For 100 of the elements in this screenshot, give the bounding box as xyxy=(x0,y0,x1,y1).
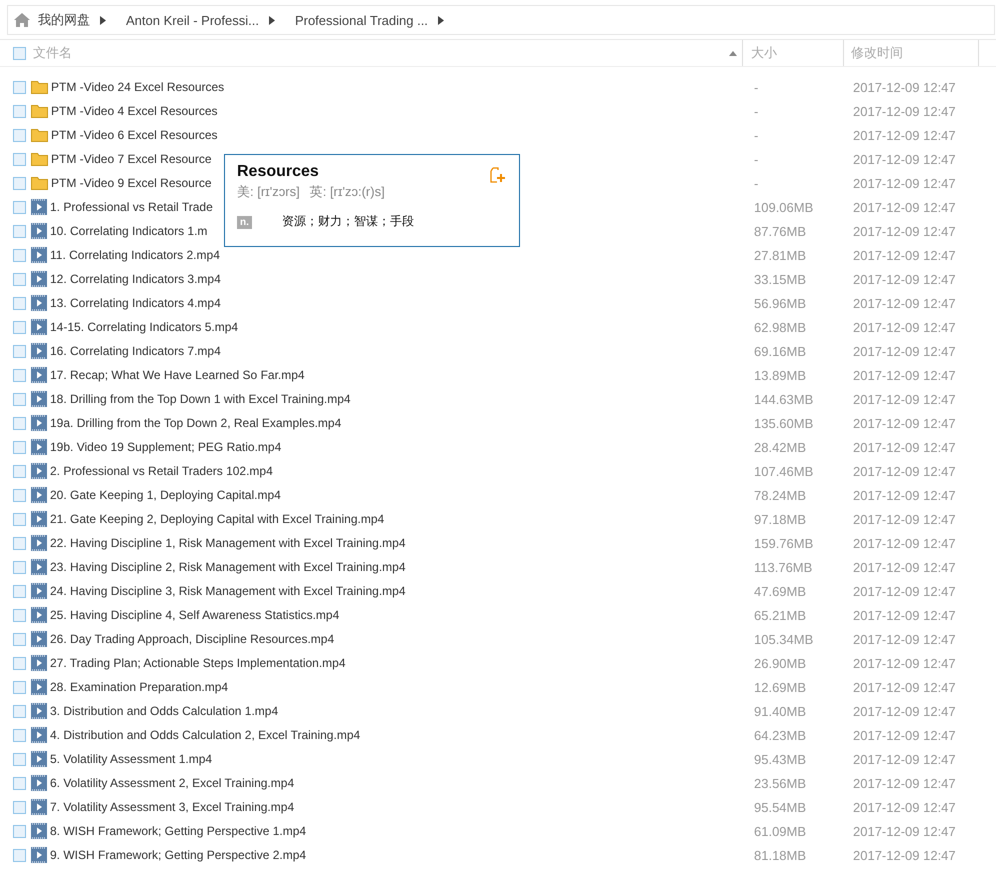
breadcrumb-link[interactable]: Anton Kreil - Professi... xyxy=(122,12,263,28)
file-name[interactable]: 16. Correlating Indicators 7.mp4 xyxy=(50,344,221,358)
add-note-icon[interactable] xyxy=(489,167,505,183)
row-checkbox[interactable] xyxy=(13,368,26,382)
row-checkbox[interactable] xyxy=(13,776,26,790)
row-checkbox[interactable] xyxy=(13,416,26,430)
row-checkbox[interactable] xyxy=(13,488,26,502)
row-checkbox[interactable] xyxy=(13,392,26,406)
row-checkbox[interactable] xyxy=(13,752,26,766)
row-checkbox[interactable] xyxy=(13,704,26,718)
file-name[interactable]: 1. Professional vs Retail Trade xyxy=(50,200,213,214)
file-name[interactable]: 25. Having Discipline 4, Self Awareness Statistics.mp4 xyxy=(50,608,340,622)
file-size: - xyxy=(754,104,758,118)
row-checkbox[interactable] xyxy=(13,608,26,622)
file-size: - xyxy=(754,128,758,142)
file-name[interactable]: PTM -Video 7 Excel Resource xyxy=(51,152,212,166)
row-checkbox[interactable] xyxy=(13,296,26,310)
file-name[interactable]: 12. Correlating Indicators 3.mp4 xyxy=(50,272,221,286)
file-size: 62.98MB xyxy=(754,320,806,334)
caret-icon[interactable] xyxy=(438,16,444,24)
modified-date: 2017-12-09 12:47 xyxy=(853,800,956,814)
video-icon xyxy=(31,583,47,599)
file-name[interactable]: 9. WISH Framework; Getting Perspective 2.mp4 xyxy=(50,848,306,862)
file-name[interactable]: 21. Gate Keeping 2, Deploying Capital with Excel Training.mp4 xyxy=(50,512,384,526)
row-checkbox[interactable] xyxy=(13,824,26,838)
file-size: 26.90MB xyxy=(754,656,806,670)
file-size: - xyxy=(754,152,758,166)
row-checkbox[interactable] xyxy=(13,848,26,862)
file-name[interactable]: 26. Day Trading Approach, Discipline Resources.mp4 xyxy=(50,632,334,646)
row-checkbox[interactable] xyxy=(13,248,26,262)
row-checkbox[interactable] xyxy=(13,80,26,94)
file-name[interactable]: PTM -Video 6 Excel Resources xyxy=(51,128,218,142)
file-name[interactable]: 19a. Drilling from the Top Down 2, Real Examples.mp4 xyxy=(50,416,342,430)
file-name[interactable]: 20. Gate Keeping 1, Deploying Capital.mp4 xyxy=(50,488,281,502)
row-checkbox[interactable] xyxy=(13,536,26,550)
modified-date: 2017-12-09 12:47 xyxy=(853,320,956,334)
row-checkbox[interactable] xyxy=(13,560,26,574)
file-name[interactable]: PTM -Video 4 Excel Resources xyxy=(51,104,218,118)
file-name[interactable]: PTM -Video 9 Excel Resource xyxy=(51,176,212,190)
file-size: 87.76MB xyxy=(754,224,806,238)
row-checkbox[interactable] xyxy=(13,680,26,694)
row-checkbox[interactable] xyxy=(13,128,26,142)
video-icon xyxy=(31,535,47,551)
file-name[interactable]: 11. Correlating Indicators 2.mp4 xyxy=(50,248,220,262)
caret-icon[interactable] xyxy=(268,16,275,24)
file-name[interactable]: 23. Having Discipline 2, Risk Management with Excel Training.mp4 xyxy=(50,560,406,574)
row-checkbox[interactable] xyxy=(13,344,26,358)
row-checkbox[interactable] xyxy=(13,176,26,190)
file-name[interactable]: 19b. Video 19 Supplement; PEG Ratio.mp4 xyxy=(50,440,282,454)
caret-icon[interactable] xyxy=(100,16,106,24)
row-checkbox[interactable] xyxy=(13,464,26,478)
file-size: - xyxy=(754,176,758,190)
file-name[interactable]: 22. Having Discipline 1, Risk Management with Excel Training.mp4 xyxy=(50,536,406,550)
breadcrumb-link[interactable]: Professional Trading ... xyxy=(290,12,432,28)
file-name[interactable]: 13. Correlating Indicators 4.mp4 xyxy=(50,296,221,310)
video-icon xyxy=(31,631,47,647)
row-checkbox[interactable] xyxy=(13,152,26,166)
file-name[interactable]: 7. Volatility Assessment 3, Excel Training.mp4 xyxy=(50,800,294,814)
row-checkbox[interactable] xyxy=(13,512,26,526)
file-name[interactable]: 17. Recap; What We Have Learned So Far.mp4 xyxy=(50,368,305,382)
file-name[interactable]: 27. Trading Plan; Actionable Steps Implementation.mp4 xyxy=(50,656,346,670)
select-all-checkbox[interactable] xyxy=(13,46,26,60)
file-size: 113.76MB xyxy=(754,560,812,574)
file-size: 69.16MB xyxy=(754,344,806,358)
modified-date: 2017-12-09 12:47 xyxy=(853,152,956,166)
file-name[interactable]: 2. Professional vs Retail Traders 102.mp4 xyxy=(50,464,273,478)
file-size: 64.23MB xyxy=(754,728,806,742)
modified-date: 2017-12-09 12:47 xyxy=(853,296,956,310)
file-size: 47.69MB xyxy=(754,584,806,598)
file-size: 28.42MB xyxy=(754,440,806,454)
breadcrumb-link[interactable]: 我的网盘 xyxy=(34,11,94,29)
file-name[interactable]: 5. Volatility Assessment 1.mp4 xyxy=(50,752,212,766)
video-icon xyxy=(31,319,47,335)
row-checkbox[interactable] xyxy=(13,632,26,646)
row-checkbox[interactable] xyxy=(13,584,26,598)
row-checkbox[interactable] xyxy=(13,272,26,286)
row-checkbox[interactable] xyxy=(13,656,26,670)
file-name[interactable]: 24. Having Discipline 3, Risk Management with Excel Training.mp4 xyxy=(50,584,406,598)
home-icon[interactable] xyxy=(14,13,30,27)
folder-icon xyxy=(31,104,48,118)
file-name[interactable]: PTM -Video 24 Excel Resources xyxy=(51,80,224,94)
file-name[interactable]: 18. Drilling from the Top Down 1 with Excel Training.mp4 xyxy=(50,392,351,406)
file-name[interactable]: 6. Volatility Assessment 2, Excel Training.mp4 xyxy=(50,776,294,790)
file-size: 159.76MB xyxy=(754,536,814,550)
row-checkbox[interactable] xyxy=(13,200,26,214)
file-name[interactable]: 28. Examination Preparation.mp4 xyxy=(50,680,228,694)
file-name[interactable]: 4. Distribution and Odds Calculation 2, Excel Training.mp4 xyxy=(50,728,360,742)
file-name[interactable]: 3. Distribution and Odds Calculation 1.mp4 xyxy=(50,704,278,718)
row-checkbox[interactable] xyxy=(13,440,26,454)
row-checkbox[interactable] xyxy=(13,104,26,118)
row-checkbox[interactable] xyxy=(13,320,26,334)
video-icon xyxy=(31,823,47,839)
row-checkbox[interactable] xyxy=(13,224,26,238)
file-name[interactable]: 8. WISH Framework; Getting Perspective 1.mp4 xyxy=(50,824,306,838)
file-name[interactable]: 10. Correlating Indicators 1.m xyxy=(50,224,208,238)
row-checkbox[interactable] xyxy=(13,800,26,814)
file-name[interactable]: 14-15. Correlating Indicators 5.mp4 xyxy=(50,320,238,334)
row-checkbox[interactable] xyxy=(13,728,26,742)
file-size: 107.46MB xyxy=(754,464,814,478)
video-icon xyxy=(31,703,47,719)
